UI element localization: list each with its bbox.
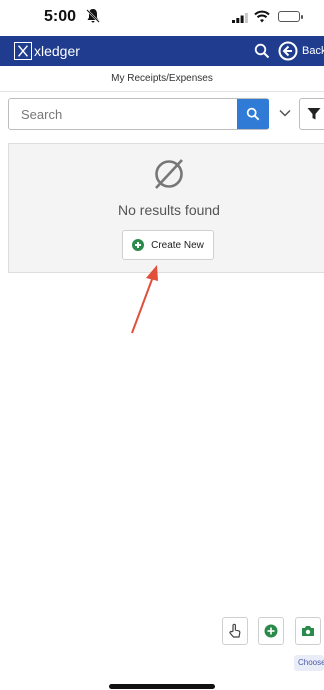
results-panel: No results found Create New — [8, 143, 324, 273]
add-button[interactable] — [258, 617, 284, 645]
search-row — [8, 98, 324, 130]
choose-button[interactable]: Choose — [294, 655, 324, 671]
status-time: 5:00 — [44, 8, 77, 25]
add-circle-icon — [264, 624, 278, 638]
search-input[interactable] — [9, 99, 235, 129]
page-header: My Receipts/Expenses — [0, 66, 324, 92]
signal-icon — [232, 13, 248, 23]
create-new-button[interactable]: Create New — [122, 230, 214, 260]
plus-circle-icon — [132, 239, 145, 251]
search-button[interactable] — [237, 99, 269, 129]
search-box — [8, 98, 269, 130]
status-bar: 5:00 — [0, 0, 324, 36]
touch-button[interactable] — [222, 617, 248, 645]
empty-set-icon — [155, 159, 183, 189]
create-new-label: Create New — [151, 239, 204, 251]
search-icon — [246, 107, 260, 121]
logo: xledger — [14, 41, 80, 61]
annotation-arrow — [131, 265, 158, 334]
choose-label: Choose — [298, 658, 324, 667]
camera-button[interactable] — [295, 617, 321, 645]
filter-icon — [307, 108, 321, 120]
battery-icon — [278, 11, 303, 22]
home-indicator — [109, 684, 215, 689]
search-icon[interactable] — [254, 43, 270, 59]
back-button[interactable]: Back — [278, 39, 324, 63]
bell-muted-icon — [86, 9, 100, 23]
touch-icon — [229, 623, 241, 638]
xledger-logo-icon — [14, 42, 32, 60]
wifi-icon — [254, 10, 270, 23]
app-header: xledger Back — [0, 36, 324, 66]
empty-message: No results found — [118, 202, 220, 218]
back-label: Back — [302, 45, 324, 57]
filter-button[interactable] — [299, 98, 324, 130]
page-title: My Receipts/Expenses — [111, 73, 213, 84]
chevron-down-icon[interactable] — [278, 106, 292, 120]
back-arrow-icon — [278, 41, 298, 61]
camera-icon — [302, 626, 314, 636]
logo-text: xledger — [34, 43, 80, 59]
